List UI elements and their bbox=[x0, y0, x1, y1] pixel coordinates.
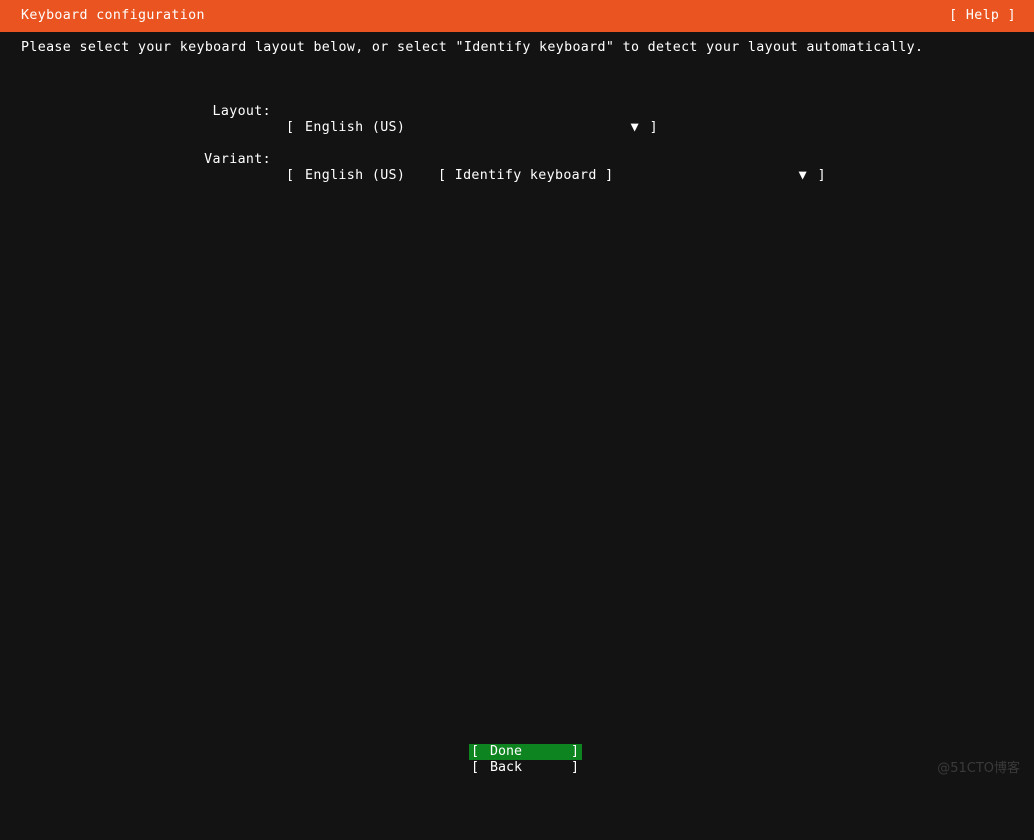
identify-keyboard-button[interactable]: [ Identify keyboard ] bbox=[438, 168, 613, 184]
variant-label: Variant: bbox=[204, 152, 271, 167]
watermark: @51CTO博客 bbox=[937, 761, 1020, 776]
help-button[interactable]: [ Help ] bbox=[949, 8, 1016, 24]
done-button-label: Done bbox=[490, 744, 523, 759]
back-bracket-open: [ bbox=[471, 760, 480, 775]
variant-bracket-close: ] bbox=[817, 168, 826, 183]
done-button[interactable]: [ Done ] bbox=[469, 744, 582, 760]
footer-button-group: [ Done ] [ Back ] bbox=[469, 744, 582, 776]
layout-row: Layout: [ English (US) ▼ ] bbox=[0, 72, 1034, 135]
installer-screen: Keyboard configuration [ Help ] Please s… bbox=[0, 0, 1034, 785]
variant-row: Variant: [ English (US) ▼ ] bbox=[0, 120, 1034, 183]
back-button[interactable]: [ Back ] bbox=[469, 760, 582, 776]
done-bracket-close: ] bbox=[570, 744, 579, 759]
chevron-down-icon[interactable]: ▼ bbox=[799, 168, 807, 184]
back-button-label: Back bbox=[490, 760, 523, 775]
header-bar: Keyboard configuration [ Help ] bbox=[0, 0, 1034, 32]
done-bracket-open: [ bbox=[471, 744, 480, 759]
variant-bracket-open: [ bbox=[286, 168, 295, 183]
back-bracket-close: ] bbox=[570, 760, 579, 775]
page-title: Keyboard configuration bbox=[21, 8, 205, 23]
variant-selected-value: English (US) bbox=[305, 168, 406, 183]
layout-label: Layout: bbox=[212, 104, 271, 119]
instruction-text: Please select your keyboard layout below… bbox=[21, 40, 924, 55]
